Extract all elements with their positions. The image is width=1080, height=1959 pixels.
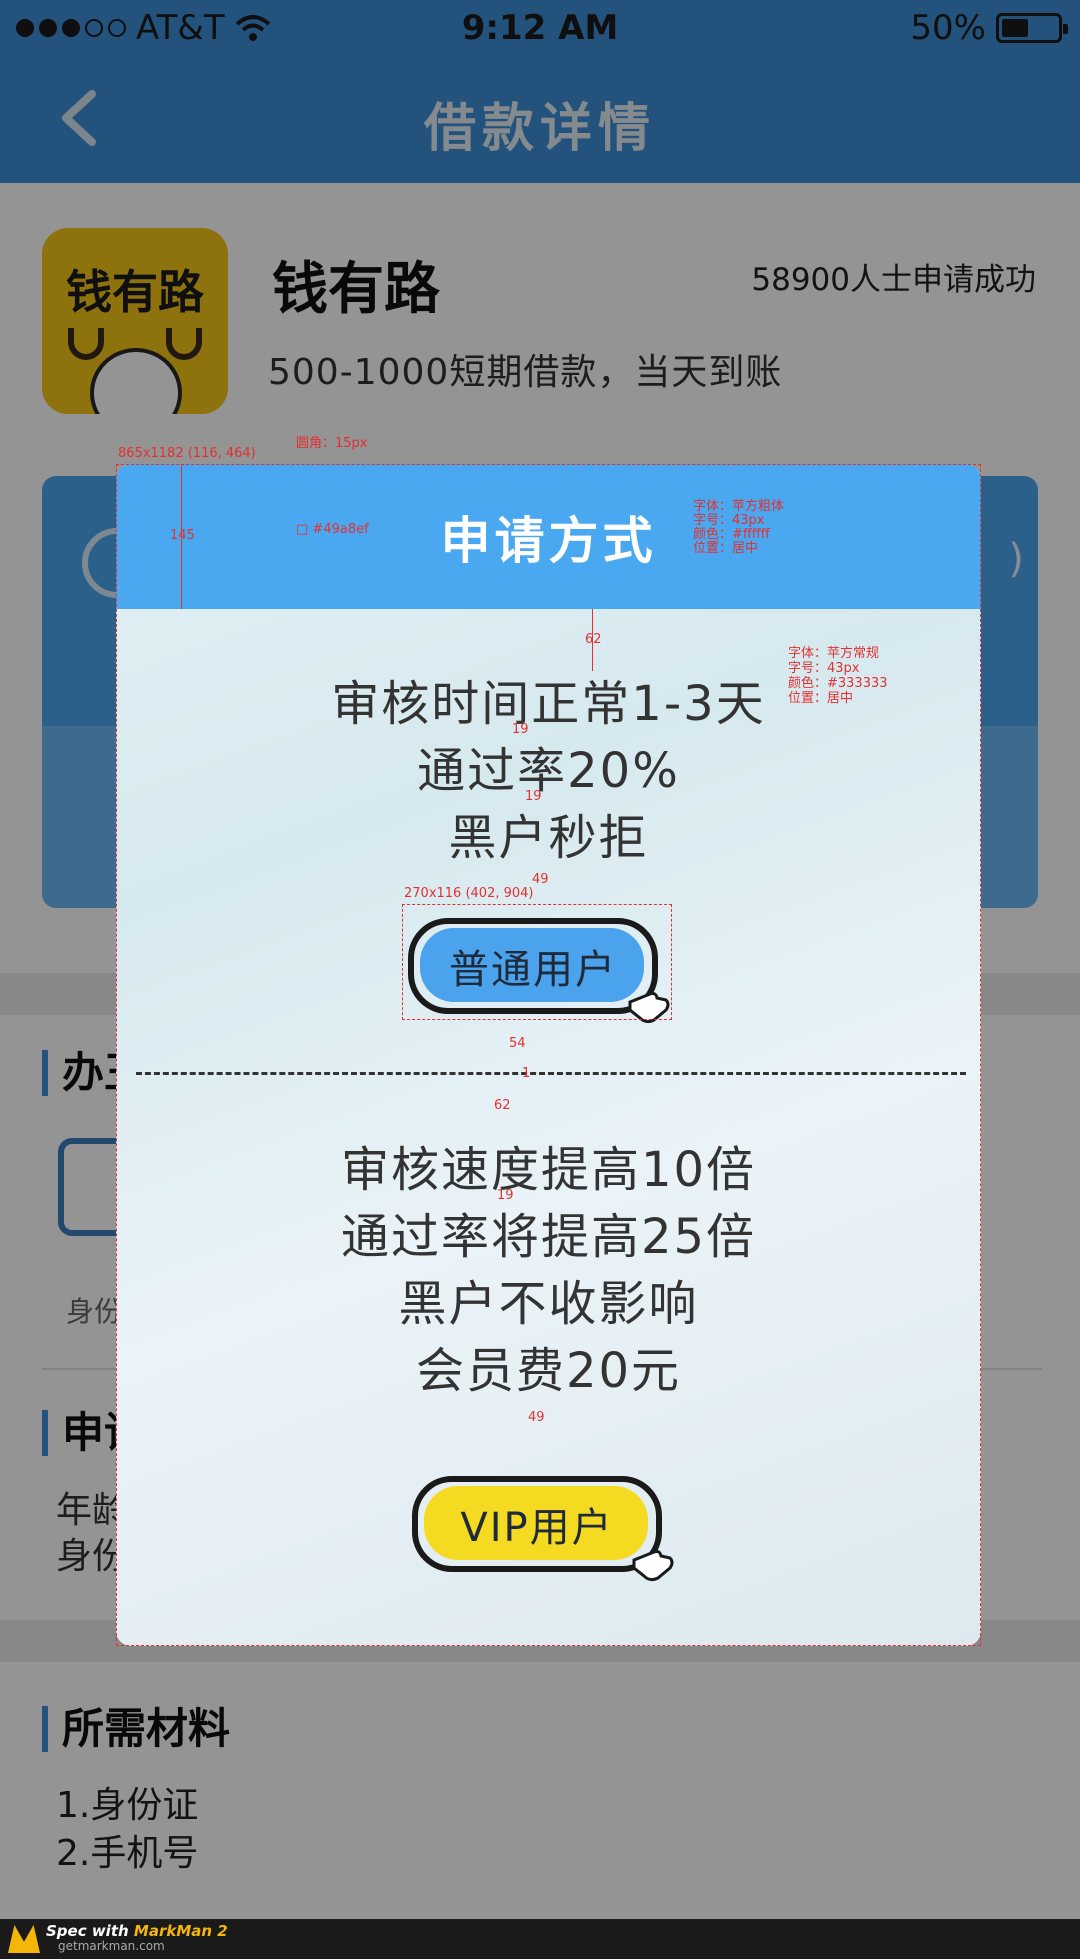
button-spec-box xyxy=(402,904,672,1020)
modal-size-annotation: 865x1182 (116, 464) xyxy=(118,446,256,461)
gap-annotation: 62 xyxy=(585,632,602,647)
gap-annotation: 62 xyxy=(494,1098,511,1113)
spec-line: 字号：43px xyxy=(693,513,765,528)
body-spec-annotation: 字体：苹方常规 字号：43px 颜色：#333333 位置：居中 xyxy=(788,646,888,706)
gap-annotation: 19 xyxy=(512,722,529,737)
gap-annotation: 49 xyxy=(528,1410,545,1425)
spec-line: 颜色：#ffffff xyxy=(693,527,770,542)
corner-radius-annotation: 圆角：15px xyxy=(296,436,368,451)
spec-line: 字体：苹方常规 xyxy=(788,646,880,661)
spec-line: 字号：43px xyxy=(788,661,860,676)
gap-annotation: 49 xyxy=(532,872,549,887)
title-spec-annotation: 字体：苹方粗体 字号：43px 颜色：#ffffff 位置：居中 xyxy=(693,500,784,556)
header-height-annotation: 145 xyxy=(170,528,195,543)
button-size-annotation: 270x116 (402, 904) xyxy=(404,886,534,901)
spec-line: 位置：居中 xyxy=(788,691,854,706)
modal-spec-box xyxy=(116,464,981,1646)
footer-brand-name: MarkMan 2 xyxy=(133,1922,228,1940)
page: AT&T 9:12 AM 50% 借款详情 钱有路 钱有路 58900人士申请成… xyxy=(0,0,1080,1959)
footer-url: getmarkman.com xyxy=(58,1939,165,1953)
header-color-annotation: □ #49a8ef xyxy=(296,522,369,537)
header-color-value: #49a8ef xyxy=(312,522,369,537)
spec-line: 字体：苹方粗体 xyxy=(693,499,785,514)
markman-footer: Spec with MarkMan 2 getmarkman.com xyxy=(0,1919,1080,1959)
spec-line: 位置：居中 xyxy=(693,541,759,556)
markman-logo-icon xyxy=(8,1925,40,1953)
spec-line: 颜色：#333333 xyxy=(788,676,888,691)
gap-annotation: 1 xyxy=(522,1066,531,1081)
gap-annotation: 19 xyxy=(525,789,542,804)
gap-annotation: 54 xyxy=(509,1036,526,1051)
footer-brand-prefix: Spec with xyxy=(46,1922,129,1940)
gap-annotation: 19 xyxy=(497,1188,514,1203)
footer-brand: Spec with MarkMan 2 xyxy=(46,1922,228,1940)
